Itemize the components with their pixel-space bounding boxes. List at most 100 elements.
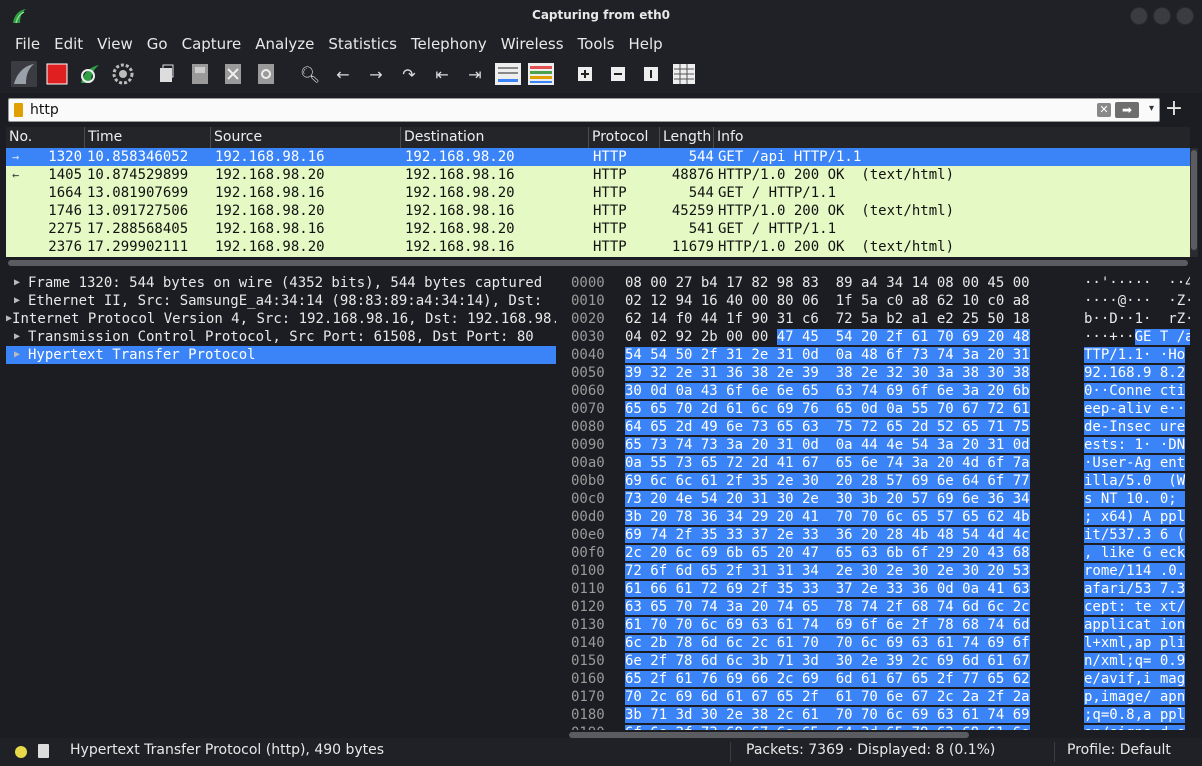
hex-bytes[interactable]: 0a 55 73 65 72 2d 41 67 65 6e 74 3a 20 4… xyxy=(625,454,1057,472)
detail-tree-item[interactable]: ▶ Transmission Control Protocol, Src Port… xyxy=(6,328,556,346)
packet-row[interactable]: 2376 17.299902111 192.168.98.20 192.168.98.… xyxy=(6,238,1190,256)
hex-ascii[interactable]: 0··Conne cti xyxy=(1084,382,1190,400)
maximize-button[interactable] xyxy=(1153,7,1171,25)
hex-bytes[interactable]: 62 14 f0 44 1f 90 31 c6 72 5a b2 a1 e2 2… xyxy=(625,310,1057,328)
menu-view[interactable]: View xyxy=(90,35,140,53)
capture-comment-icon[interactable] xyxy=(38,744,49,758)
hex-bytes[interactable]: 2c 20 6c 69 6b 65 20 47 65 63 6b 6f 29 2… xyxy=(625,544,1057,562)
hex-ascii[interactable]: ; x64) A ppl xyxy=(1084,508,1190,526)
hex-ascii[interactable]: ····@··· ·Z· xyxy=(1084,292,1190,310)
hex-bytes[interactable]: 3b 20 78 36 34 29 20 41 70 70 6c 65 57 6… xyxy=(625,508,1057,526)
close-file-icon[interactable] xyxy=(219,60,247,88)
hex-bytes[interactable]: 72 6f 6d 65 2f 31 31 34 2e 30 2e 30 2e 3… xyxy=(625,562,1057,580)
hex-bytes[interactable]: 08 00 27 b4 17 82 98 83 89 a4 34 14 08 0… xyxy=(625,274,1057,292)
hex-bytes[interactable]: 39 32 2e 31 36 38 2e 39 38 2e 32 30 3a 3… xyxy=(625,364,1057,382)
detail-tree-item[interactable]: ▶ Frame 1320: 544 bytes on wire (4352 bit… xyxy=(6,274,556,292)
hex-ascii[interactable]: cept: te xt/ xyxy=(1084,598,1190,616)
shark-fin-icon[interactable] xyxy=(10,60,38,88)
find-icon[interactable]: 🔍︎ xyxy=(296,60,324,88)
hex-bytes[interactable]: 61 66 61 72 69 2f 35 33 37 2e 33 36 0d 0… xyxy=(625,580,1057,598)
menu-wireless[interactable]: Wireless xyxy=(494,35,571,53)
column-header-no[interactable]: No. xyxy=(6,127,85,148)
hex-bytes[interactable]: 30 0d 0a 43 6f 6e 6e 65 63 74 69 6f 6e 3… xyxy=(625,382,1057,400)
scroll-thumb[interactable] xyxy=(8,260,1188,266)
menu-statistics[interactable]: Statistics xyxy=(321,35,404,53)
hex-bytes[interactable]: 73 20 4e 54 20 31 30 2e 30 3b 20 57 69 6… xyxy=(625,490,1057,508)
hex-bytes[interactable]: 63 65 70 74 3a 20 74 65 78 74 2f 68 74 6… xyxy=(625,598,1057,616)
packet-row[interactable]: → 1320 10.858346052 192.168.98.16 192.168.98… xyxy=(6,148,1190,166)
hex-bytes[interactable]: 64 65 2d 49 6e 73 65 63 75 72 65 2d 52 6… xyxy=(625,418,1057,436)
menu-analyze[interactable]: Analyze xyxy=(248,35,321,53)
hex-ascii[interactable]: , like G eck xyxy=(1084,544,1190,562)
expand-arrow-icon[interactable]: ▶ xyxy=(6,346,28,364)
packet-row[interactable]: 2275 17.288568405 192.168.98.16 192.168.98.… xyxy=(6,220,1190,238)
hex-bytes[interactable]: 69 6c 6c 61 2f 35 2e 30 20 28 57 69 6e 6… xyxy=(625,472,1057,490)
goto-packet-icon[interactable]: ↷ xyxy=(395,60,423,88)
add-filter-button[interactable]: + xyxy=(1164,98,1184,122)
expand-arrow-icon[interactable]: ▶ xyxy=(6,328,28,346)
apply-filter-icon[interactable]: ➡ xyxy=(1115,102,1139,118)
detail-tree-item[interactable]: ▶ Hypertext Transfer Protocol xyxy=(6,346,556,364)
menu-edit[interactable]: Edit xyxy=(47,35,90,53)
restart-icon[interactable] xyxy=(76,60,104,88)
hex-bytes[interactable]: 70 2c 69 6d 61 67 65 2f 61 70 6e 67 2c 2… xyxy=(625,688,1057,706)
packet-list-hscroll[interactable] xyxy=(6,259,1190,267)
menu-file[interactable]: File xyxy=(8,35,47,53)
hex-ascii[interactable]: p,image/ apn xyxy=(1084,688,1190,706)
zoom-out-icon[interactable] xyxy=(604,60,632,88)
hex-ascii[interactable]: TTP/1.1· ·Ho xyxy=(1084,346,1190,364)
hex-ascii[interactable]: s NT 10. 0; xyxy=(1084,490,1190,508)
hex-ascii[interactable]: ·User-Ag ent xyxy=(1084,454,1190,472)
reload-icon[interactable] xyxy=(252,60,280,88)
hex-bytes[interactable]: 6e 2f 78 6d 6c 3b 71 3d 30 2e 39 2c 69 6… xyxy=(625,652,1057,670)
bookmark-icon[interactable] xyxy=(14,103,23,117)
save-file-icon[interactable] xyxy=(186,60,214,88)
column-header-destination[interactable]: Destination xyxy=(401,127,589,148)
hex-ascii[interactable]: e/avif,i mag xyxy=(1084,670,1190,688)
first-packet-icon[interactable]: ⇤ xyxy=(428,60,456,88)
hex-ascii[interactable]: l+xml,ap pli xyxy=(1084,634,1190,652)
forward-arrow-icon[interactable]: → xyxy=(362,60,390,88)
hex-ascii[interactable]: ests: 1· ·DN xyxy=(1084,436,1190,454)
packet-list-vscroll[interactable] xyxy=(1190,148,1198,257)
packet-row[interactable]: 1664 13.081907699 192.168.98.16 192.168.98.… xyxy=(6,184,1190,202)
column-header-time[interactable]: Time xyxy=(85,127,211,148)
hex-ascii[interactable]: it/537.3 6 ( xyxy=(1084,526,1190,544)
detail-tree-item[interactable]: ▶ Internet Protocol Version 4, Src: 192.1… xyxy=(6,310,556,328)
hex-ascii[interactable]: applicat ion xyxy=(1084,616,1190,634)
expand-arrow-icon[interactable]: ▶ xyxy=(6,292,28,310)
hex-bytes[interactable]: 65 65 70 2d 61 6c 69 76 65 0d 0a 55 70 6… xyxy=(625,400,1057,418)
hex-bytes[interactable]: 65 2f 61 76 69 66 2c 69 6d 61 67 65 2f 7… xyxy=(625,670,1057,688)
menu-capture[interactable]: Capture xyxy=(175,35,249,53)
minimize-button[interactable] xyxy=(1130,7,1148,25)
menu-tools[interactable]: Tools xyxy=(571,35,622,53)
menu-go[interactable]: Go xyxy=(140,35,175,53)
hex-bytes[interactable]: 04 02 92 2b 00 00 47 45 54 20 2f 61 70 6… xyxy=(625,328,1057,346)
filter-dropdown-icon[interactable]: ▾ xyxy=(1149,103,1154,114)
close-button[interactable] xyxy=(1176,7,1194,25)
resize-columns-icon[interactable] xyxy=(670,60,698,88)
detail-tree-item[interactable]: ▶ Ethernet II, Src: SamsungE_a4:34:14 (98… xyxy=(6,292,556,310)
options-gear-icon[interactable] xyxy=(109,60,137,88)
pane-splitter[interactable] xyxy=(557,274,565,730)
hex-bytes[interactable]: 61 70 70 6c 69 63 61 74 69 6f 6e 2f 78 6… xyxy=(625,616,1057,634)
open-file-icon[interactable] xyxy=(153,60,181,88)
hex-ascii[interactable]: n/xml;q= 0.9 xyxy=(1084,652,1190,670)
hex-ascii[interactable]: ;q=0.8,a ppl xyxy=(1084,706,1190,724)
hex-ascii[interactable]: eep-aliv e·· xyxy=(1084,400,1190,418)
scroll-thumb[interactable] xyxy=(1191,150,1197,250)
packet-row[interactable]: 1746 13.091727506 192.168.98.20 192.168.98.… xyxy=(6,202,1190,220)
stop-icon[interactable] xyxy=(43,60,71,88)
hex-ascii[interactable]: de-Insec ure xyxy=(1084,418,1190,436)
hex-ascii[interactable]: rome/114 .0. xyxy=(1084,562,1190,580)
hex-bytes[interactable]: 65 73 74 73 3a 20 31 0d 0a 44 4e 54 3a 2… xyxy=(625,436,1057,454)
hex-bytes[interactable]: 02 12 94 16 40 00 80 06 1f 5a c0 a8 62 1… xyxy=(625,292,1057,310)
packet-row[interactable]: ← 1405 10.874529899 192.168.98.20 192.168.98… xyxy=(6,166,1190,184)
back-arrow-icon[interactable]: ← xyxy=(329,60,357,88)
menu-help[interactable]: Help xyxy=(621,35,669,53)
menu-telephony[interactable]: Telephony xyxy=(404,35,494,53)
column-header-protocol[interactable]: Protocol xyxy=(589,127,660,148)
status-profile[interactable]: Profile: Default xyxy=(1067,742,1171,758)
hex-ascii[interactable]: 92.168.9 8.2 xyxy=(1084,364,1190,382)
hex-ascii[interactable]: on/signe d-e xyxy=(1084,724,1190,730)
